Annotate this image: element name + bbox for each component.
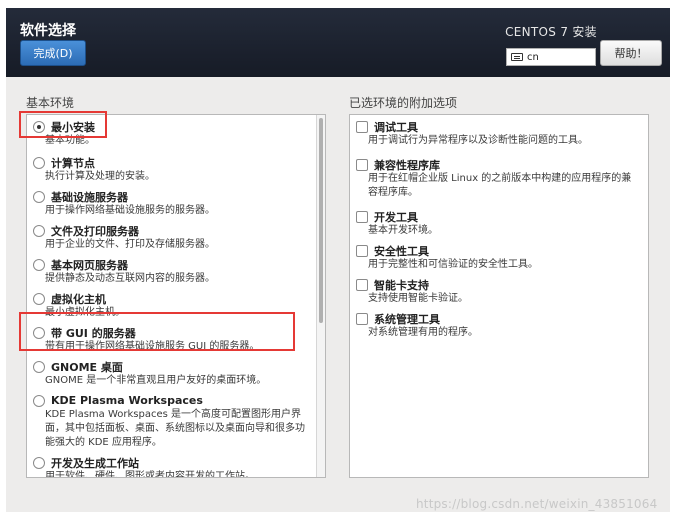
- page-title: 软件选择: [20, 23, 76, 39]
- env-option-desc: 用于企业的文件、打印及存储服务器。: [45, 239, 215, 250]
- env-option-minimal[interactable]: 最小安装 基本功能。: [33, 119, 313, 148]
- env-option-title: 带 GUI 的服务器: [51, 326, 136, 340]
- env-option-virtualization-host[interactable]: 虚拟化主机 最小虚拟化主机。: [33, 291, 313, 320]
- addons-list: 调试工具 用于调试行为异常程序以及诊断性能问题的工具。 兼容性程序库 用于在红帽…: [349, 114, 649, 478]
- env-option-dev-workstation[interactable]: 开发及生成工作站 用于软件、硬件、图形或者内容开发的工作站。: [33, 455, 313, 478]
- addon-option-desc: 对系统管理有用的程序。: [368, 327, 478, 338]
- env-option-title: 最小安装: [51, 120, 95, 134]
- radio-icon[interactable]: [33, 394, 45, 407]
- help-button[interactable]: 帮助！: [600, 40, 662, 66]
- env-list-scroll-thumb[interactable]: [319, 118, 323, 323]
- env-option-desc: 执行计算及处理的安装。: [45, 171, 155, 182]
- addon-option-debug-tools[interactable]: 调试工具 用于调试行为异常程序以及诊断性能问题的工具。: [356, 119, 636, 148]
- radio-icon[interactable]: [33, 360, 45, 373]
- env-option-desc: 带有用于操作网络基础设施服务 GUI 的服务器。: [45, 341, 260, 352]
- product-title: CENTOS 7 安装: [505, 25, 597, 39]
- addon-option-desc: 用于完整性和可信验证的安全性工具。: [368, 259, 538, 270]
- env-option-title: 开发及生成工作站: [51, 456, 139, 470]
- env-option-compute-node[interactable]: 计算节点 执行计算及处理的安装。: [33, 155, 313, 184]
- addon-option-title: 安全性工具: [374, 244, 429, 258]
- env-option-infrastructure-server[interactable]: 基础设施服务器 用于操作网络基础设施服务的服务器。: [33, 189, 313, 218]
- addon-option-dev-tools[interactable]: 开发工具 基本开发环境。: [356, 209, 636, 238]
- env-option-kde-plasma[interactable]: KDE Plasma Workspaces KDE Plasma Workspa…: [33, 393, 313, 450]
- env-option-title: 基础设施服务器: [51, 190, 128, 204]
- env-option-desc: GNOME 是一个非常直观且用户友好的桌面环境。: [45, 375, 267, 386]
- env-option-desc: 用于操作网络基础设施服务的服务器。: [45, 205, 215, 216]
- addon-option-desc: 基本开发环境。: [368, 225, 438, 236]
- addon-option-desc: 支持使用智能卡验证。: [368, 293, 468, 304]
- addon-option-title: 智能卡支持: [374, 278, 429, 292]
- addon-option-title: 调试工具: [374, 120, 418, 134]
- checkbox-icon[interactable]: [356, 158, 368, 171]
- keyboard-layout-value: cn: [527, 51, 539, 63]
- env-option-title: GNOME 桌面: [51, 360, 123, 374]
- done-button[interactable]: 完成(D): [20, 40, 86, 66]
- env-option-desc: 基本功能。: [45, 135, 95, 146]
- checkbox-icon[interactable]: [356, 120, 368, 133]
- env-option-title: 虚拟化主机: [51, 292, 106, 306]
- addon-option-title: 兼容性程序库: [374, 158, 440, 172]
- radio-selected-icon[interactable]: [33, 120, 45, 133]
- env-option-gnome-desktop[interactable]: GNOME 桌面 GNOME 是一个非常直观且用户友好的桌面环境。: [33, 359, 313, 388]
- base-environment-label: 基本环境: [26, 96, 75, 110]
- env-option-desc: 最小虚拟化主机。: [45, 307, 125, 318]
- radio-icon[interactable]: [33, 224, 45, 237]
- base-environment-list: 最小安装 基本功能。 计算节点 执行计算及处理的安装。 基础设施服务器 用于操作…: [26, 114, 326, 478]
- radio-icon[interactable]: [33, 456, 45, 469]
- env-option-web-server[interactable]: 基本网页服务器 提供静态及动态互联网内容的服务器。: [33, 257, 313, 286]
- env-option-title: KDE Plasma Workspaces: [51, 394, 203, 407]
- addon-option-smart-card[interactable]: 智能卡支持 支持使用智能卡验证。: [356, 277, 636, 306]
- addon-option-security-tools[interactable]: 安全性工具 用于完整性和可信验证的安全性工具。: [356, 243, 636, 272]
- radio-icon[interactable]: [33, 292, 45, 305]
- installer-screen: 软件选择 完成(D) CENTOS 7 安装 cn 帮助！ 基本环境 已选环境的…: [6, 8, 670, 512]
- radio-icon[interactable]: [33, 326, 45, 339]
- radio-icon[interactable]: [33, 190, 45, 203]
- env-option-desc: KDE Plasma Workspaces 是一个高度可配置图形用户界面，其中包…: [45, 409, 305, 448]
- env-option-desc: 提供静态及动态互联网内容的服务器。: [45, 273, 215, 284]
- header-bar: 软件选择 完成(D) CENTOS 7 安装 cn 帮助！: [6, 8, 670, 77]
- env-option-file-print-server[interactable]: 文件及打印服务器 用于企业的文件、打印及存储服务器。: [33, 223, 313, 252]
- env-option-server-with-gui[interactable]: 带 GUI 的服务器 带有用于操作网络基础设施服务 GUI 的服务器。: [33, 325, 313, 354]
- watermark: https://blog.csdn.net/weixin_43851064: [416, 497, 658, 511]
- checkbox-icon[interactable]: [356, 244, 368, 257]
- env-option-desc: 用于软件、硬件、图形或者内容开发的工作站。: [45, 471, 255, 478]
- addon-option-compat-libraries[interactable]: 兼容性程序库 用于在红帽企业版 Linux 的之前版本中构建的应用程序的兼容程序…: [356, 157, 636, 200]
- checkbox-icon[interactable]: [356, 210, 368, 223]
- addon-option-sysadmin-tools[interactable]: 系统管理工具 对系统管理有用的程序。: [356, 311, 636, 340]
- addon-option-title: 开发工具: [374, 210, 418, 224]
- keyboard-icon: [511, 53, 523, 61]
- env-option-title: 计算节点: [51, 156, 95, 170]
- addon-option-title: 系统管理工具: [374, 312, 440, 326]
- addons-label: 已选环境的附加选项: [349, 96, 458, 110]
- addon-option-desc: 用于在红帽企业版 Linux 的之前版本中构建的应用程序的兼容程序库。: [368, 173, 632, 198]
- env-option-title: 基本网页服务器: [51, 258, 128, 272]
- keyboard-layout-indicator[interactable]: cn: [506, 48, 596, 66]
- checkbox-icon[interactable]: [356, 278, 368, 291]
- radio-icon[interactable]: [33, 258, 45, 271]
- radio-icon[interactable]: [33, 156, 45, 169]
- env-option-title: 文件及打印服务器: [51, 224, 139, 238]
- checkbox-icon[interactable]: [356, 312, 368, 325]
- env-list-scrollbar[interactable]: [316, 115, 325, 477]
- addon-option-desc: 用于调试行为异常程序以及诊断性能问题的工具。: [368, 135, 588, 146]
